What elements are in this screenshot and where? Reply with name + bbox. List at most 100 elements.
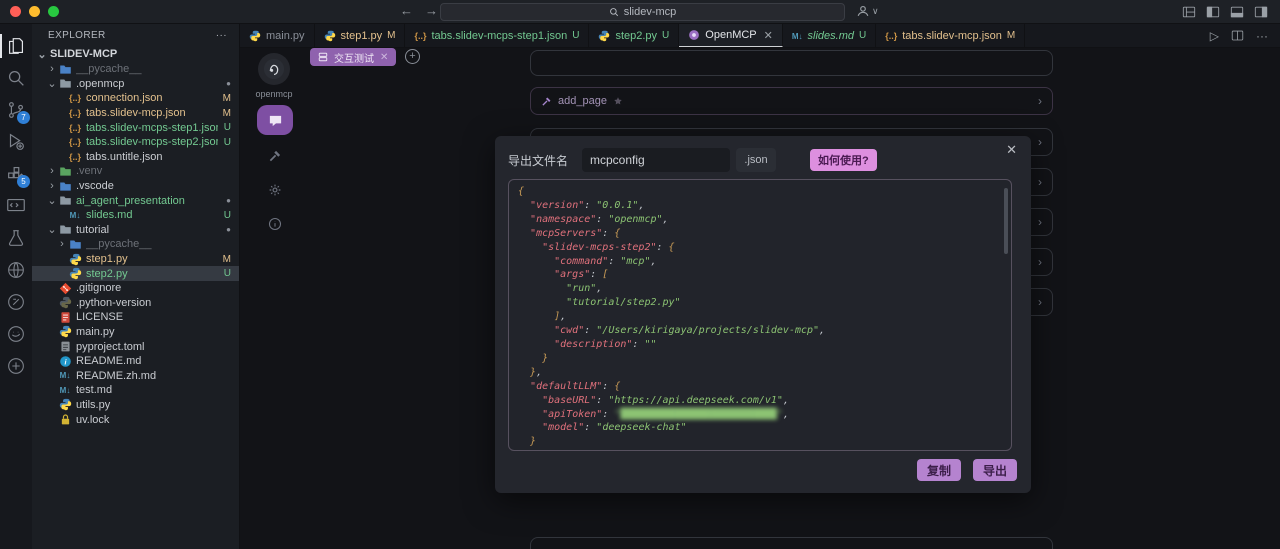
- file-tree-item[interactable]: uv.lock: [32, 412, 239, 427]
- file-tree-item[interactable]: › __pycache__: [32, 62, 239, 77]
- customize-layout-icon[interactable]: [1182, 5, 1196, 19]
- toggle-panel-icon[interactable]: [1230, 5, 1244, 19]
- file-tree-item[interactable]: ⌄ tutorial ●: [32, 223, 239, 238]
- filename-label: 导出文件名: [508, 153, 569, 168]
- file-name: pyproject.toml: [76, 340, 145, 353]
- file-tree-item[interactable]: i README.md: [32, 354, 239, 369]
- session-tab-label: 交互测试: [334, 53, 374, 65]
- file-tree-item[interactable]: .gitignore: [32, 281, 239, 296]
- chat-test-button[interactable]: [257, 105, 293, 135]
- star-icon: [614, 97, 622, 105]
- session-tab[interactable]: 交互测试 ✕: [310, 48, 397, 66]
- activity-source-control-icon[interactable]: 7: [0, 94, 32, 126]
- file-tree-item[interactable]: utils.py: [32, 398, 239, 413]
- tab-close-icon[interactable]: ✕: [764, 29, 773, 42]
- file-tree-item[interactable]: ⌄ ai_agent_presentation ●: [32, 193, 239, 208]
- editor-tab[interactable]: {..} tabs.slidev-mcps-step1.json U: [405, 24, 590, 47]
- settings-gear-icon[interactable]: [267, 182, 283, 198]
- file-tree-item[interactable]: M↓ README.zh.md: [32, 368, 239, 383]
- file-tree-item[interactable]: › .venv: [32, 164, 239, 179]
- file-tree-item[interactable]: ⌄ .openmcp ●: [32, 77, 239, 92]
- add-session-button[interactable]: +: [405, 49, 420, 64]
- file-name: README.zh.md: [76, 369, 157, 382]
- editor-tab[interactable]: step1.py M: [314, 24, 406, 47]
- file-tree-item[interactable]: {..} connection.json M: [32, 91, 239, 106]
- split-editor-icon[interactable]: [1231, 29, 1244, 42]
- back-arrow-icon[interactable]: ←: [400, 3, 413, 18]
- tool-row[interactable]: [530, 50, 1053, 76]
- forward-arrow-icon[interactable]: →: [425, 3, 438, 18]
- tools-icon[interactable]: [267, 148, 283, 164]
- code-scrollbar-thumb[interactable]: [1004, 188, 1008, 254]
- git-status-badge: M: [222, 92, 231, 104]
- session-close-icon[interactable]: ✕: [380, 52, 388, 63]
- activity-extensions-icon[interactable]: 5: [0, 158, 32, 190]
- file-tree-item[interactable]: step2.py U: [32, 266, 239, 281]
- run-file-icon[interactable]: ▷: [1210, 29, 1219, 43]
- info-icon[interactable]: [267, 216, 283, 232]
- tool-hammer-icon: [542, 97, 551, 106]
- code-line: "cwd": "/Users/kirigaya/projects/slidev-…: [554, 325, 826, 337]
- file-tree-item[interactable]: › __pycache__: [32, 237, 239, 252]
- file-name: slides.md: [86, 209, 133, 222]
- activity-remote-explorer-icon[interactable]: [0, 190, 32, 222]
- file-tree-item[interactable]: M↓ slides.md U: [32, 208, 239, 223]
- activity-run-debug-icon[interactable]: [0, 126, 32, 158]
- account-icon[interactable]: ∨: [856, 4, 879, 18]
- filename-input[interactable]: [582, 148, 731, 172]
- openmcp-logo[interactable]: [258, 53, 290, 85]
- file-tree-item[interactable]: › .vscode: [32, 179, 239, 194]
- tool-row-add-page[interactable]: add_page ›: [530, 87, 1053, 115]
- python-icon: [598, 30, 610, 42]
- code-line: }: [530, 436, 537, 448]
- toggle-secondary-sidebar-icon[interactable]: [1254, 5, 1268, 19]
- close-window-button[interactable]: [10, 6, 21, 17]
- minimize-window-button[interactable]: [29, 6, 40, 17]
- file-tree-item[interactable]: .python-version: [32, 296, 239, 311]
- explorer-more-actions-icon[interactable]: ···: [216, 30, 227, 41]
- code-line: ],: [554, 311, 567, 323]
- editor-tab[interactable]: OpenMCP ✕: [679, 24, 783, 47]
- export-dialog: ✕ 导出文件名 .json 如何使用? { "version": "0.0.1"…: [495, 136, 1031, 493]
- toggle-primary-sidebar-icon[interactable]: [1206, 5, 1220, 19]
- activity-extension-circle-3-icon[interactable]: [0, 350, 32, 382]
- activity-testing-icon[interactable]: [0, 222, 32, 254]
- json-icon: {..}: [68, 122, 81, 133]
- editor-tab[interactable]: {..} tabs.slidev-mcp.json M: [876, 24, 1026, 47]
- file-tree-item[interactable]: step1.py M: [32, 252, 239, 267]
- copy-button[interactable]: 复制: [916, 459, 961, 481]
- activity-extension-globe-icon[interactable]: [0, 254, 32, 286]
- file-tree-item[interactable]: {..} tabs.untitle.json: [32, 150, 239, 165]
- python-icon: [68, 252, 82, 266]
- code-line: "version": "0.0.1",: [530, 199, 645, 211]
- file-name: tabs.slidev-mcps-step1.json: [86, 121, 218, 134]
- file-tree-item[interactable]: main.py: [32, 325, 239, 340]
- editor-more-actions-icon[interactable]: ···: [1256, 29, 1268, 43]
- chevron-right-icon: ›: [1038, 175, 1042, 189]
- file-tree-item[interactable]: pyproject.toml: [32, 339, 239, 354]
- folder-gray-icon: [58, 77, 72, 91]
- editor-tab[interactable]: main.py: [240, 24, 315, 47]
- tree-root-folder[interactable]: ⌄ SLIDEV-MCP: [32, 46, 239, 62]
- editor-tab[interactable]: step2.py U: [589, 24, 680, 47]
- code-line: "description": "": [554, 338, 657, 350]
- tab-git-badge: M: [1006, 30, 1016, 41]
- activity-explorer-icon[interactable]: [0, 30, 32, 62]
- chevron-right-icon: ›: [1038, 215, 1042, 229]
- file-tree-item[interactable]: {..} tabs.slidev-mcp.json M: [32, 106, 239, 121]
- activity-search-icon[interactable]: [0, 62, 32, 94]
- command-center-search[interactable]: slidev-mcp: [440, 3, 845, 21]
- activity-extension-circle-2-icon[interactable]: [0, 318, 32, 350]
- activity-extension-circle-1-icon[interactable]: [0, 286, 32, 318]
- file-tree-item[interactable]: LICENSE: [32, 310, 239, 325]
- maximize-window-button[interactable]: [48, 6, 59, 17]
- how-to-use-button[interactable]: 如何使用?: [810, 149, 877, 171]
- editor-tab[interactable]: M↓ slides.md U: [782, 24, 877, 47]
- python-icon: [58, 398, 72, 412]
- file-tree-item[interactable]: {..} tabs.slidev-mcps-step2.json U: [32, 135, 239, 150]
- file-tree-item[interactable]: {..} tabs.slidev-mcps-step1.json U: [32, 120, 239, 135]
- export-button[interactable]: 导出: [972, 459, 1017, 481]
- file-tree-item[interactable]: M↓ test.md: [32, 383, 239, 398]
- dialog-close-icon[interactable]: ✕: [1006, 142, 1017, 158]
- tool-row[interactable]: [530, 537, 1053, 549]
